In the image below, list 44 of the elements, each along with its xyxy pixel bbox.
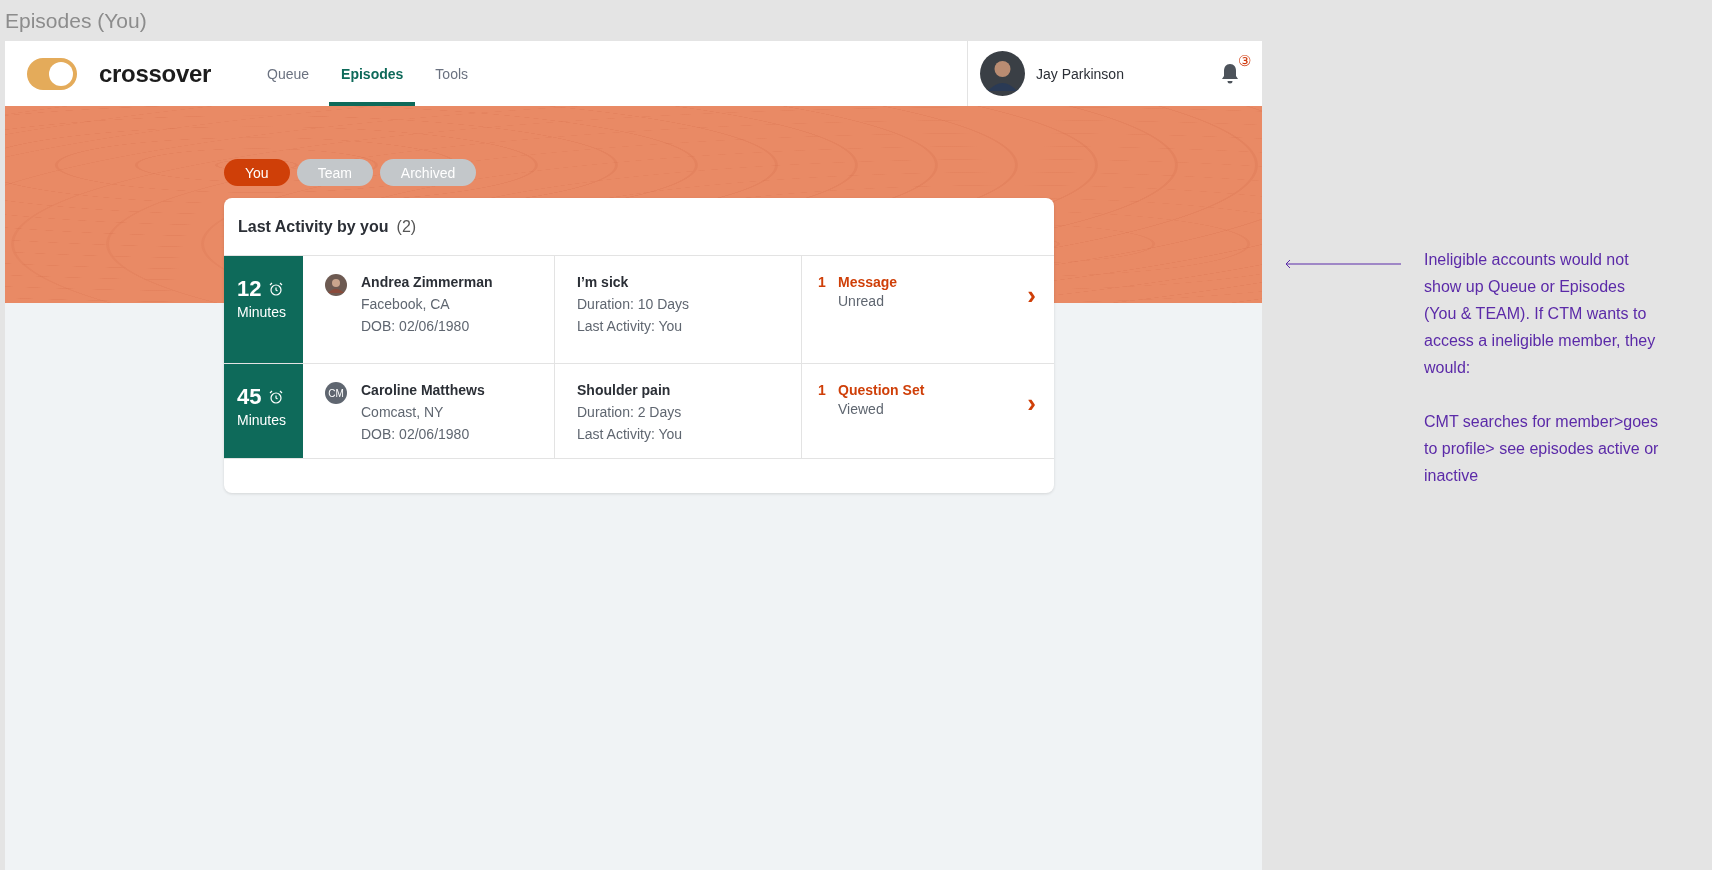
filter-pill[interactable]: You [224, 159, 290, 186]
member-dob: DOB: 02/06/1980 [361, 426, 471, 442]
duration-text: Duration: 2 Days [577, 404, 683, 420]
alarm-clock-icon [269, 390, 284, 404]
card-count: (2) [396, 217, 417, 236]
time-unit: Minutes [237, 304, 288, 320]
nav-tab[interactable]: Queue [255, 41, 322, 106]
status-type: Question Set [838, 382, 925, 398]
member-name: Caroline Matthews [361, 382, 485, 398]
annotation-text: Ineligible accounts would not show up Queue or Episodes (You & TEAM). If CTM wants to access a ineligible member, they would: [1424, 250, 1657, 378]
user-name: Jay Parkinson [1036, 65, 1124, 82]
complaint-title: Shoulder pain [577, 382, 672, 398]
card-title: Last Activity by you [238, 217, 389, 236]
member-name: Andrea Zimmerman [361, 274, 493, 290]
status-type: Message [838, 274, 898, 290]
status-count: 1 [818, 382, 827, 398]
avatar-icon [325, 274, 347, 296]
chevron-icon[interactable]: › [1027, 390, 1036, 416]
time-value: 12 [237, 276, 262, 302]
complaint-title: I’m sick [577, 274, 630, 290]
episode-row[interactable]: 12 Minutes Andrea Zimmerman Facebook, CA DOB: 02/06/1980 I’m sick Duration: 10 Days Last Activity: You 1 Message Unread › [224, 256, 1054, 364]
bell-icon[interactable] [1220, 62, 1240, 85]
notification-count: ③ [1238, 52, 1251, 68]
status-count: 1 [818, 274, 827, 290]
annotation-text: CMT searches for member>goes to profile> see episodes active or inactive [1424, 412, 1660, 486]
alarm-clock-icon [269, 282, 284, 296]
episode-row[interactable]: 45 Minutes CM Caroline Matthews Comcast, NY DOB: 02/06/1980 Shoulder pain Duration: 2 Days Last Activity: You 1 Question Set Viewed › [224, 364, 1054, 459]
brand-logo: crossover [99, 59, 212, 88]
member-dob: DOB: 02/06/1980 [361, 318, 471, 334]
member-location: Facebook, CA [361, 296, 451, 312]
status-state: Viewed [838, 401, 885, 417]
status-state: Unread [838, 293, 885, 309]
time-value: 45 [237, 384, 262, 410]
nav-tab[interactable]: Tools [423, 41, 481, 106]
page-title: Episodes (You) [4, 7, 148, 34]
avatar-initials: CM [325, 382, 347, 404]
last-activity-text: Last Activity: You [577, 426, 683, 442]
chevron-icon[interactable]: › [1027, 282, 1036, 308]
user-avatar-icon[interactable] [980, 51, 1025, 96]
duration-text: Duration: 10 Days [577, 296, 690, 312]
toggle-switch[interactable] [27, 57, 77, 90]
time-unit: Minutes [237, 412, 288, 428]
last-activity-text: Last Activity: You [577, 318, 684, 334]
member-location: Comcast, NY [361, 404, 445, 420]
